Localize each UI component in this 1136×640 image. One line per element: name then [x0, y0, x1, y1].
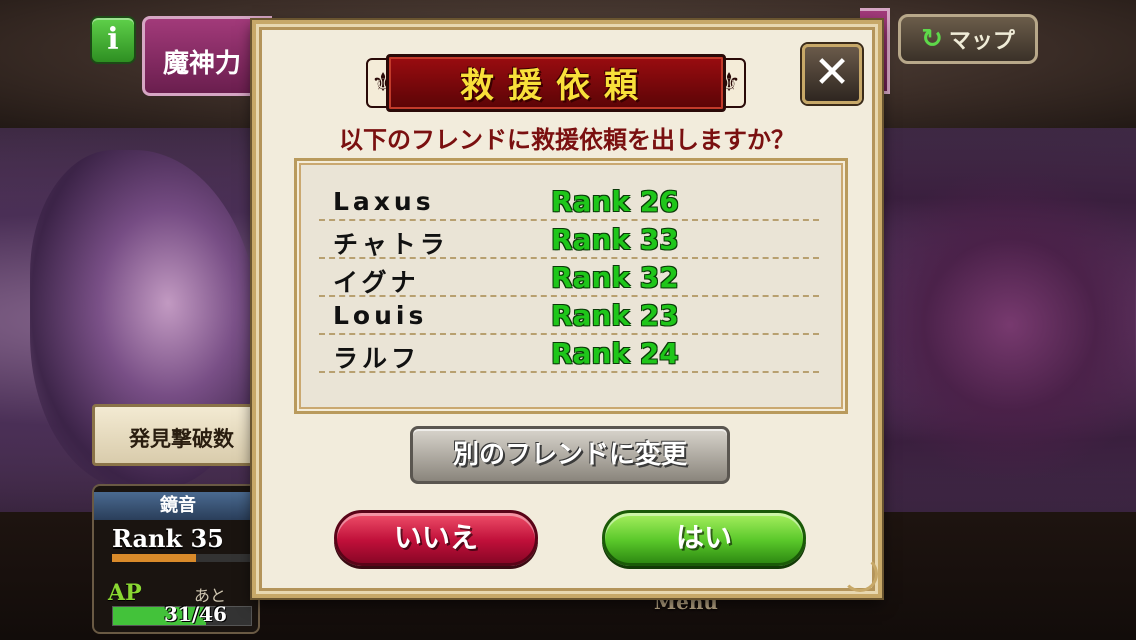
corner-ornament: [842, 556, 878, 592]
refresh-arrow-icon: ↻: [921, 24, 943, 54]
discover-count-panel: 発見撃破数: [92, 404, 262, 466]
dialog-question: 以下のフレンドに救援依頼を出しますか？: [339, 126, 795, 154]
player-status-panel: 鏡音 Rank 35 AP あと 31/46: [92, 484, 262, 634]
close-button[interactable]: ✕: [802, 44, 862, 104]
no-button[interactable]: いいえ: [334, 510, 538, 566]
friend-name: Louis: [333, 301, 428, 330]
friend-row: Laxus Rank 26: [319, 183, 819, 221]
ap-label: AP: [108, 580, 142, 606]
crest-artwork: [885, 150, 1135, 500]
close-icon: ✕: [813, 47, 851, 98]
yes-button[interactable]: はい: [602, 510, 806, 566]
info-icon: i: [107, 22, 119, 57]
map-button[interactable]: ↻ マップ: [898, 14, 1038, 64]
friend-name: チャトラ: [333, 230, 449, 259]
friend-rank: Rank 33: [551, 223, 679, 256]
friend-list: Laxus Rank 26 チャトラ Rank 33 イグナ Rank 32 L…: [294, 158, 848, 414]
info-button[interactable]: i: [90, 16, 136, 64]
friend-rank: Rank 23: [551, 299, 679, 332]
friend-name: イグナ: [333, 268, 420, 297]
rank-progress-fill: [112, 554, 196, 562]
friend-row: ラルフ Rank 24: [319, 335, 819, 373]
friend-row: チャトラ Rank 33: [319, 221, 819, 259]
friend-name: Laxus: [333, 187, 435, 216]
friend-rank: Rank 26: [551, 185, 679, 218]
friend-row: イグナ Rank 32: [319, 259, 819, 297]
change-friend-button[interactable]: 別のフレンドに変更: [410, 426, 730, 484]
ap-value: 31/46: [164, 602, 227, 626]
rescue-request-dialog: ⚜ ⚜ 救援依頼 ✕ 以下のフレンドに救援依頼を出しますか？ Laxus Ran…: [252, 20, 882, 598]
map-button-label: マップ: [948, 29, 1015, 54]
player-name: 鏡音: [94, 492, 262, 520]
friend-rank: Rank 32: [551, 261, 679, 294]
friend-row: Louis Rank 23: [319, 297, 819, 335]
rank-progress-bar: [112, 554, 252, 562]
friend-name: ラルフ: [333, 344, 421, 373]
player-rank: Rank 35: [112, 524, 224, 553]
dialog-title: 救援依頼: [460, 66, 652, 106]
friend-rank: Rank 24: [551, 337, 679, 370]
